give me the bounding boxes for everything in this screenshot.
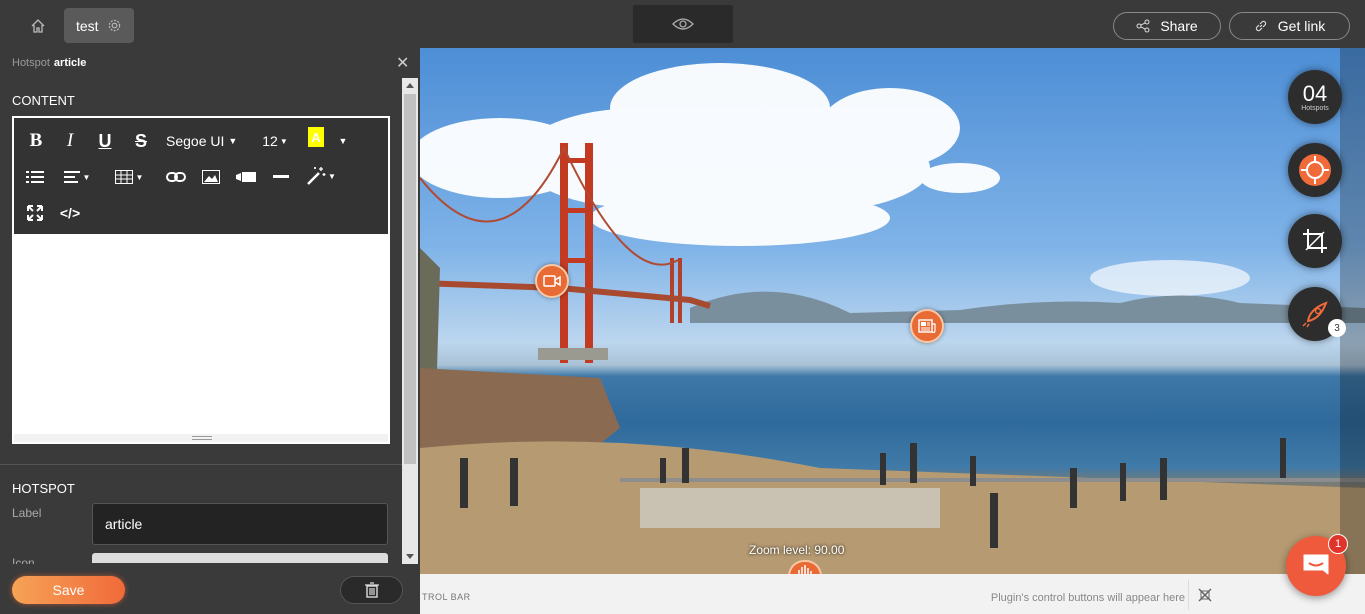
plugins-count-badge: 3 [1328,319,1346,337]
control-bar-message: Plugin's control buttons will appear her… [990,592,1185,604]
caret-down-icon: ▼ [279,136,288,146]
caret-down-icon: ▼ [228,136,238,146]
hotspot-count-button[interactable]: 04 Hotspots [1288,70,1342,124]
add-hotspot-button[interactable] [1288,143,1342,197]
code-view-button[interactable]: </> [56,202,84,224]
bold-button[interactable]: B [24,130,48,152]
control-bar-close-button[interactable] [1188,580,1220,610]
delete-button[interactable] [340,576,403,604]
crop-button[interactable] [1288,214,1342,268]
scroll-thumb[interactable] [404,94,416,464]
grip-icon [192,436,212,440]
font-size-select[interactable]: 12 ▼ [260,130,290,152]
divider [0,464,402,465]
hotspot-section-title: HOTSPOT [12,481,75,496]
close-icon [1197,588,1212,602]
caret-down-icon: ▼ [328,171,336,181]
highlight-color-button[interactable]: A [308,127,324,147]
magic-format-button[interactable]: ▼ [304,164,338,188]
scroll-down-icon[interactable] [406,554,414,559]
table-button[interactable]: ▼ [112,166,146,188]
italic-button[interactable]: I [60,130,80,152]
font-family-select[interactable]: Segoe UI ▼ [166,130,240,152]
panel-footer: Save [0,564,420,614]
table-icon [114,170,133,184]
font-family-value: Segoe UI [166,133,225,149]
share-label: Share [1160,18,1198,34]
horizontal-rule-icon [273,175,289,178]
breadcrumb: Hotspot article [12,57,86,69]
project-tab-label: test [76,17,99,34]
caret-down-icon: ▼ [82,172,91,182]
color-dropdown-icon[interactable]: ▼ [336,130,350,152]
editor-content-area[interactable] [14,234,388,434]
horizontal-rule-button[interactable] [270,166,292,188]
link-button[interactable] [164,166,188,188]
preview-button[interactable] [633,5,733,43]
rich-text-editor: B I U S Segoe UI ▼ 12 ▼ A ▼ ▼ ▼ ▼ </> [12,116,390,444]
breadcrumb-name: article [53,57,87,69]
align-button[interactable]: ▼ [60,166,94,188]
video-hotspot[interactable] [535,264,569,298]
editor-resize-handle[interactable] [14,434,388,442]
hotspot-panel: Hotspot article ✕ CONTENT B I U S Segoe U… [0,48,420,614]
trash-icon [364,582,379,598]
align-left-icon [63,171,80,183]
video-camera-icon [543,275,561,287]
fullscreen-button[interactable] [24,202,46,224]
icon-select[interactable] [92,553,388,563]
project-tab[interactable]: test [64,8,134,43]
chat-icon [1303,554,1329,575]
get-link-label: Get link [1277,18,1326,34]
video-button[interactable] [234,166,258,188]
close-panel-icon[interactable]: ✕ [396,53,409,73]
control-bar: TROL BAR Plugin's control buttons will a… [420,574,1365,614]
home-button[interactable] [20,12,56,40]
hotspot-count-label: Hotspots [1301,104,1329,112]
share-button[interactable]: Share [1113,12,1221,40]
panorama-scene [420,48,1365,614]
image-icon [202,170,220,184]
hotspot-count: 04 [1302,80,1328,106]
top-bar: test Share Get link [0,0,1365,48]
image-button[interactable] [200,166,222,188]
editor-toolbar: B I U S Segoe UI ▼ 12 ▼ A ▼ ▼ ▼ ▼ </> [14,118,388,234]
share-icon [1136,19,1150,33]
expand-icon [27,205,43,221]
crop-icon [1303,229,1327,253]
magic-wand-icon [307,167,326,185]
font-size-value: 12 [262,133,278,149]
label-field-label: Label [12,506,42,520]
eye-icon [672,18,694,30]
list-icon [26,171,44,183]
content-section-title: CONTENT [12,93,75,108]
zoom-level-text: Zoom level: 90.00 [749,543,845,557]
strikethrough-button[interactable]: S [130,130,152,152]
article-hotspot[interactable] [910,309,944,343]
target-icon [1299,154,1331,186]
get-link-button[interactable]: Get link [1229,12,1350,40]
panorama-viewer[interactable]: 04 Hotspots 3 Zoom level: 90.00 TROL BAR… [420,48,1365,614]
rocket-icon [1302,301,1328,328]
gear-icon[interactable] [107,18,122,33]
scroll-up-icon[interactable] [406,83,414,88]
video-icon [236,172,256,182]
underline-button[interactable]: U [94,130,116,152]
panel-scrollbar[interactable] [402,78,418,564]
breadcrumb-prefix: Hotspot [12,57,50,69]
home-icon [31,19,45,33]
save-button[interactable]: Save [12,576,125,604]
caret-down-icon: ▼ [135,172,144,182]
link-icon [166,172,186,182]
bullet-list-button[interactable] [24,166,46,188]
article-icon [918,319,936,333]
chat-notification-badge: 1 [1328,534,1348,554]
link-icon [1255,20,1266,32]
label-input[interactable]: article [92,503,388,545]
